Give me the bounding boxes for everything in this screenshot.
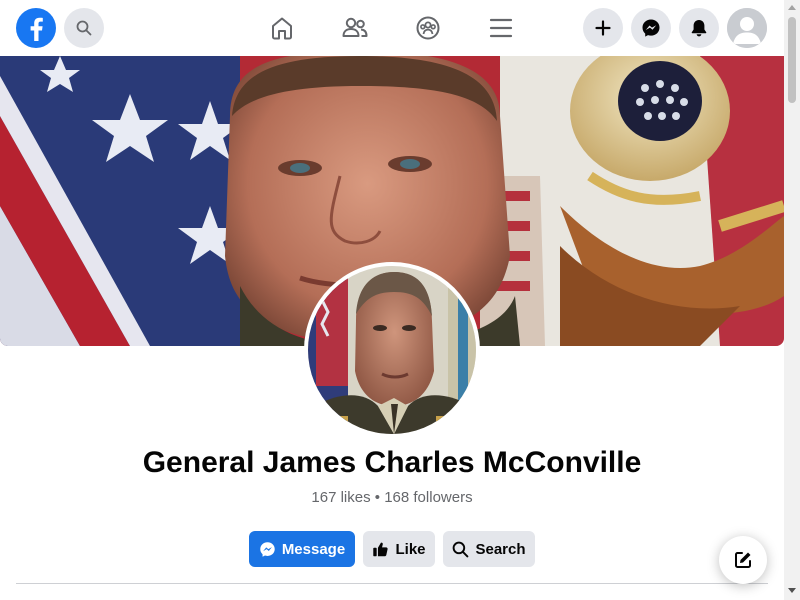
- account-avatar-icon[interactable]: [727, 8, 767, 48]
- nav-friends-button[interactable]: [339, 12, 371, 44]
- page-scrollbar[interactable]: [784, 0, 800, 600]
- like-button[interactable]: Like: [363, 531, 435, 567]
- messenger-icon: [642, 19, 660, 37]
- scrollbar-thumb[interactable]: [788, 17, 796, 103]
- section-divider: [16, 583, 768, 584]
- nav-home-button[interactable]: [266, 12, 298, 44]
- message-button[interactable]: Message: [249, 531, 355, 567]
- home-icon: [272, 17, 292, 40]
- page-stats: 167 likes • 168 followers: [311, 489, 473, 506]
- menu-icon: [489, 18, 513, 38]
- search-icon: [76, 20, 92, 36]
- search-button-label: Search: [475, 540, 526, 558]
- messenger-button[interactable]: [631, 8, 671, 48]
- scroll-up-arrow-icon[interactable]: [788, 4, 796, 10]
- bell-icon: [691, 20, 707, 37]
- like-button-label: Like: [395, 540, 426, 558]
- create-button[interactable]: [583, 8, 623, 48]
- message-button-label: Message: [281, 540, 346, 558]
- facebook-logo-icon[interactable]: [16, 8, 56, 48]
- thumbs-up-icon: [373, 542, 389, 556]
- new-message-button[interactable]: [719, 536, 767, 584]
- friends-icon: [342, 17, 368, 37]
- page-title: General James Charles McConville: [142, 446, 642, 479]
- profile-picture[interactable]: [304, 262, 480, 438]
- nav-groups-button[interactable]: [412, 12, 444, 44]
- notifications-button[interactable]: [679, 8, 719, 48]
- search-page-button[interactable]: Search: [443, 531, 535, 567]
- messenger-icon: [260, 541, 275, 557]
- search-button[interactable]: [64, 8, 104, 48]
- groups-icon: [416, 16, 440, 40]
- compose-icon: [735, 552, 751, 568]
- profile-photo: [308, 266, 476, 434]
- plus-icon: [595, 20, 611, 36]
- nav-menu-button[interactable]: [485, 12, 517, 44]
- scroll-down-arrow-icon[interactable]: [788, 588, 796, 594]
- top-navigation-bar: [0, 0, 784, 56]
- search-icon: [453, 541, 469, 557]
